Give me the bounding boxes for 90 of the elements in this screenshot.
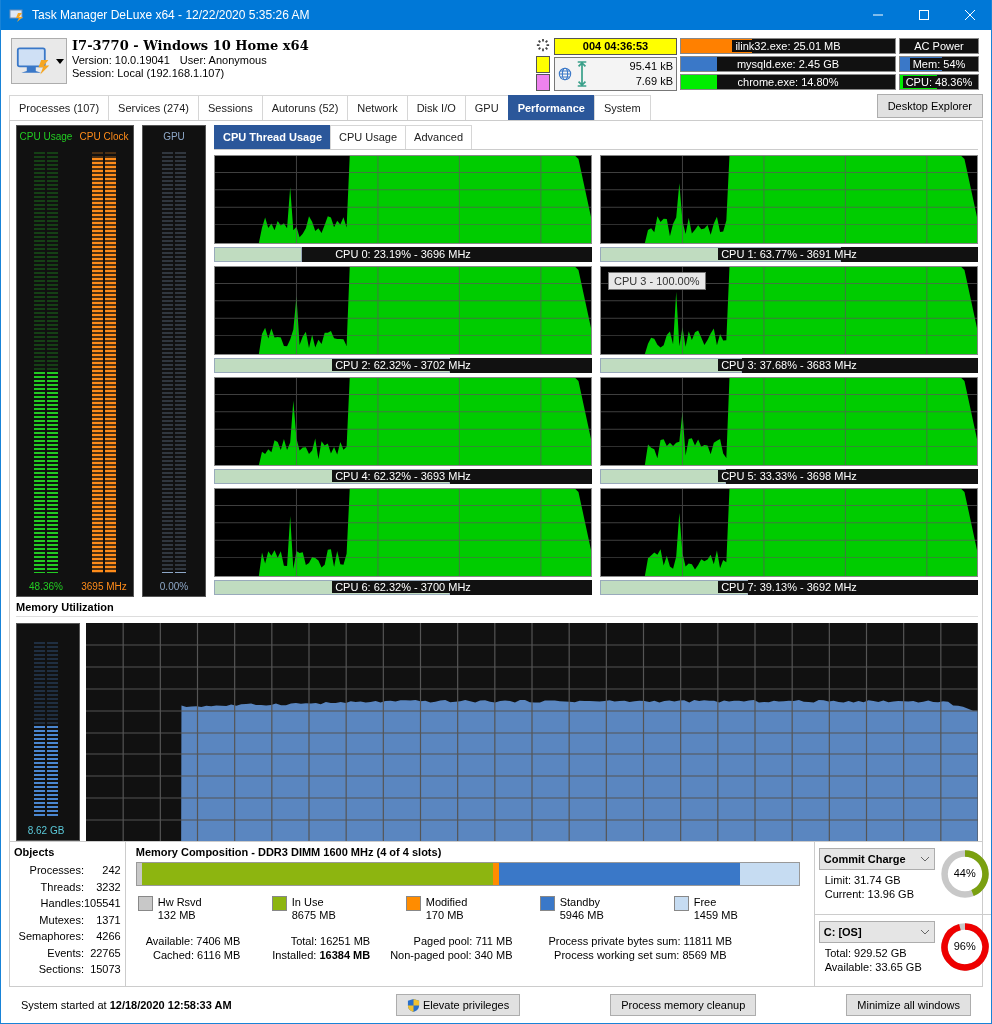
subtab[interactable]: CPU Usage — [330, 125, 407, 149]
download-rate: 7.69 kB — [635, 74, 673, 89]
gauge-stat: Available: 33.65 GB — [823, 959, 923, 974]
cpu-thread-label: CPU 6: 62.32% - 3700 MHz — [332, 581, 474, 593]
app-icon — [9, 7, 25, 23]
legend-label: Hw Rsvd — [157, 896, 202, 909]
cpu-thread-label: CPU 2: 62.32% - 3702 MHz — [332, 359, 474, 371]
object-value: 105541 — [84, 896, 121, 911]
memory-stat: Installed: 16384 MB — [272, 948, 371, 962]
memory-stat: Total: 16251 MB — [290, 934, 371, 948]
cpu-thread-label: CPU 5: 33.33% - 3698 MHz — [718, 470, 860, 482]
object-label: Mutexes: — [38, 912, 84, 928]
section-title: Objects — [14, 846, 56, 858]
tab[interactable]: Processes (107) — [9, 95, 110, 120]
desktop-explorer-button[interactable]: Desktop Explorer — [876, 94, 983, 118]
caret-icon — [56, 58, 64, 64]
machine-name: I7-3770 - Windows 10 Home x64 — [72, 38, 309, 53]
subtab[interactable]: Advanced — [405, 125, 473, 149]
memory-stat: Process private bytes sum: 11811 MB — [548, 934, 733, 948]
meter-reading: 8.62 GB — [27, 825, 65, 836]
user-text: User: Anonymous — [179, 54, 267, 66]
section-title: Memory Composition - DDR3 DIMM 1600 MHz (4 of 4 slots) — [135, 846, 443, 858]
meter-reading: 48.36% — [29, 581, 63, 592]
cpu-thread-label: CPU 0: 23.19% - 3696 MHz — [332, 248, 474, 260]
meter-label: GPU — [163, 131, 185, 142]
computer-menu-button[interactable] — [11, 38, 67, 84]
version-text: Version: 10.0.19041 — [72, 54, 170, 66]
meter-label: CPU Usage — [19, 131, 73, 142]
object-label: Processes: — [28, 863, 84, 878]
dropdown[interactable]: C: [OS] — [818, 920, 935, 943]
gauge-stat: Total: 929.52 GB — [823, 945, 908, 960]
shield-icon — [406, 997, 420, 1013]
meter-reading: 3695 MHz — [81, 581, 127, 592]
close-icon[interactable] — [965, 10, 975, 20]
gauge-stat: Limit: 31.74 GB — [823, 873, 902, 887]
object-value: 4266 — [96, 929, 121, 944]
memory-stat: Non-paged pool: 340 MB — [390, 948, 513, 962]
window-title: Task Manager DeLuxe x64 - 12/22/2020 5:35:26 AM — [32, 8, 310, 22]
action-button[interactable]: Process memory cleanup — [610, 994, 757, 1016]
dropdown[interactable]: Commit Charge — [818, 848, 935, 870]
system-start-text: System started at 12/18/2020 12:58:33 AM — [21, 999, 232, 1011]
meter-reading: 0.00% — [159, 581, 189, 592]
action-button[interactable]: Elevate privileges — [395, 994, 521, 1016]
spinner-icon — [536, 38, 550, 52]
tab[interactable]: Performance — [507, 95, 595, 120]
maximize-icon[interactable] — [919, 10, 929, 20]
section-title: Memory Utilization — [16, 597, 978, 617]
power-status: AC Power — [899, 38, 979, 54]
memory-stat: Paged pool: 711 MB — [413, 934, 513, 948]
object-value: 242 — [102, 863, 121, 878]
object-value: 15073 — [90, 962, 121, 977]
object-label: Sections: — [37, 962, 84, 977]
gauge-stat: Current: 13.96 GB — [823, 887, 915, 901]
object-value: 1371 — [96, 912, 121, 928]
legend-value: 132 MB — [157, 909, 197, 922]
percent-label: 44% — [952, 867, 977, 879]
cpu-thread-label: CPU 4: 62.32% - 3693 MHz — [332, 470, 474, 482]
memory-stat: Available: 7406 MB — [145, 934, 241, 948]
memory-stat: Process working set sum: 8569 MB — [554, 948, 727, 962]
tab[interactable]: System — [593, 95, 651, 120]
object-label: Handles: — [39, 896, 84, 911]
percent-label: 96% — [952, 939, 977, 952]
action-button[interactable]: Minimize all windows — [846, 994, 971, 1016]
legend-label: In Use — [291, 896, 325, 909]
cpu-thread-label: CPU 3: 37.68% - 3683 MHz — [718, 359, 860, 371]
legend-label: Standby — [559, 896, 602, 909]
cpu-thread-label: CPU 7: 39.13% - 3692 MHz — [718, 581, 860, 593]
object-label: Semaphores: — [17, 929, 84, 944]
meter-label: CPU Clock — [79, 131, 129, 142]
chevron-icon — [919, 856, 930, 862]
legend-value: 1459 MB — [693, 909, 738, 922]
legend-label: Free — [693, 896, 718, 909]
legend-value: 8675 MB — [291, 909, 336, 922]
upload-rate: 95.41 kB — [629, 59, 673, 74]
globe-icon — [558, 67, 572, 81]
object-label: Events: — [46, 945, 84, 961]
subtab[interactable]: CPU Thread Usage — [214, 125, 332, 149]
legend-label: Modified — [425, 896, 468, 909]
legend-value: 5946 MB — [559, 909, 604, 922]
up-down-arrows-icon — [576, 61, 588, 87]
object-value: 3232 — [96, 879, 121, 895]
tooltip: CPU 3 - 100.00% — [608, 272, 706, 290]
object-label: Threads: — [39, 879, 84, 895]
cpu-thread-label: CPU 1: 63.77% - 3691 MHz — [718, 248, 860, 260]
object-value: 22765 — [90, 945, 121, 961]
chevron-icon — [919, 928, 930, 935]
uptime-display: 004 04:36:53 — [554, 38, 677, 55]
session-text: Session: Local (192.168.1.107) — [72, 67, 225, 79]
memory-stat: Cached: 6116 MB — [153, 948, 241, 962]
legend-value: 170 MB — [425, 909, 465, 922]
